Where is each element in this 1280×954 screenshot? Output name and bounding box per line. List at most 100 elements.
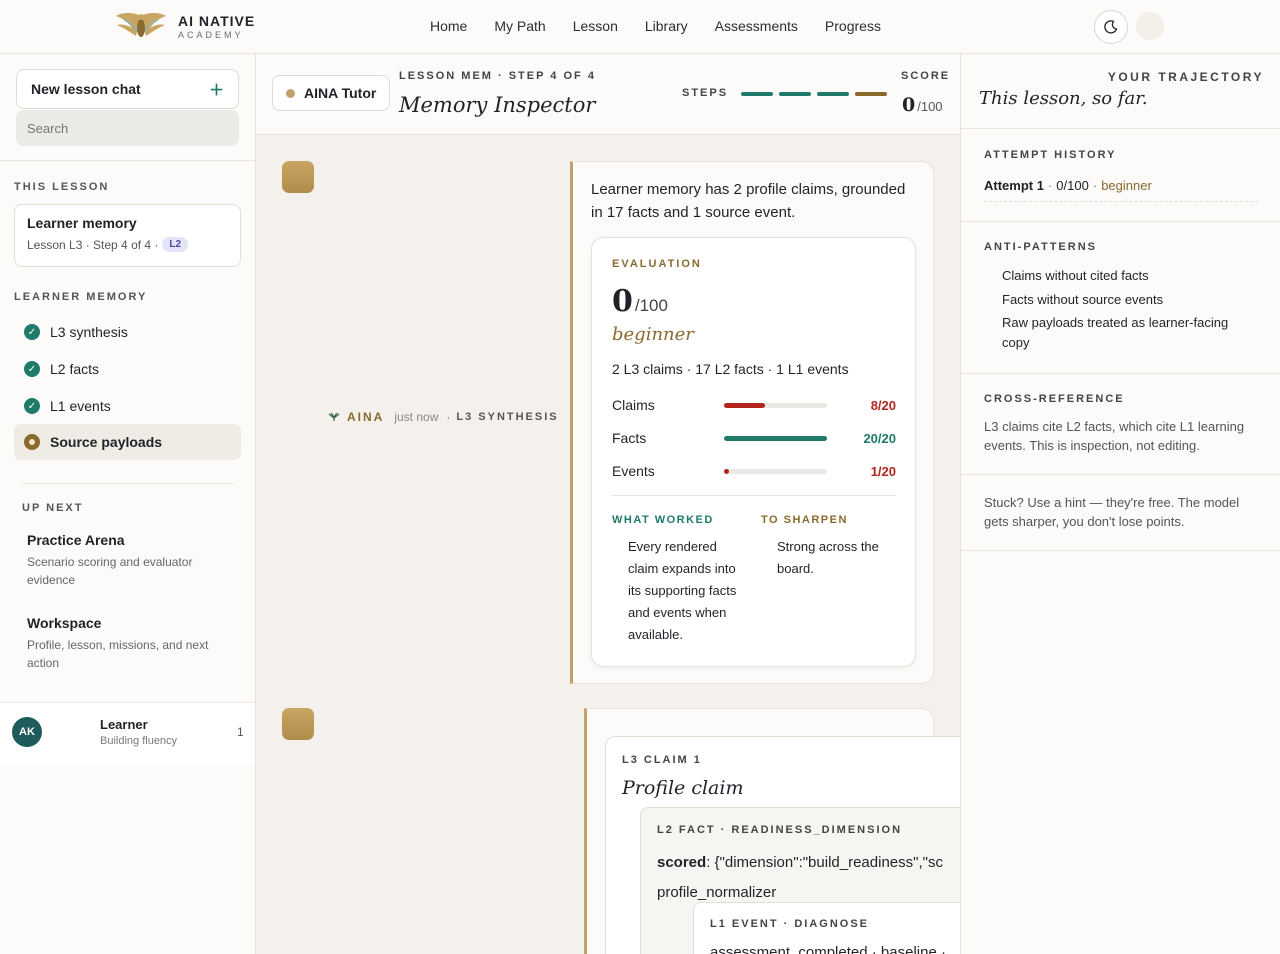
lesson-header: AINA Tutor LESSON MEM · STEP 4 OF 4 Memo… — [256, 54, 960, 135]
top-bar: AI NATIVE ACADEMY Home My Path Lesson Li… — [0, 0, 1280, 54]
message-author: AINA — [347, 410, 385, 424]
hint-section: Stuck? Use a hint — they're free. The mo… — [961, 475, 1280, 551]
up-next-title: Workspace — [27, 615, 102, 631]
this-lesson-heading: THIS LESSON — [14, 181, 110, 193]
metric-name: Claims — [612, 397, 655, 413]
memory-item-l1-events[interactable]: ✓ L1 events — [14, 388, 241, 424]
step-progress — [741, 92, 887, 96]
new-chat-label: New lesson chat — [31, 81, 141, 97]
evaluation-score-value: 0 — [612, 284, 633, 319]
anti-pattern-item: Raw payloads treated as learner-facing c… — [1002, 315, 1229, 350]
up-next-sub: Profile, lesson, missions, and next acti… — [27, 638, 209, 670]
brand-name: AI NATIVE — [178, 13, 256, 29]
lesson-breadcrumb: LESSON MEM · STEP 4 OF 4 — [399, 70, 596, 82]
cross-reference-text: L3 claims cite L2 facts, which cite L1 l… — [984, 419, 1245, 453]
memory-item-label: L3 synthesis — [50, 324, 128, 340]
memory-item-label: L1 events — [50, 398, 111, 414]
tutor-message: Learner memory has 2 profile claims, gro… — [570, 161, 934, 684]
trajectory-header: YOUR TRAJECTORY This lesson, so far. — [961, 54, 1280, 129]
claim-label: L3 CLAIM 1 — [622, 754, 702, 766]
attempt-level: beginner — [1101, 178, 1152, 193]
nav-my-path[interactable]: My Path — [494, 18, 545, 34]
evaluation-level: beginner — [612, 324, 694, 345]
steps-label: STEPS — [682, 87, 729, 99]
cross-reference-section: CROSS-REFERENCE L3 claims cite L2 facts,… — [961, 374, 1280, 475]
metric-value: 1/20 — [870, 463, 896, 479]
message-time: just now — [394, 410, 439, 424]
memory-item-l3-synthesis[interactable]: ✓ L3 synthesis — [14, 314, 241, 350]
nav-assessments[interactable]: Assessments — [715, 18, 798, 34]
tutor-chip[interactable]: AINA Tutor — [272, 75, 391, 111]
memory-item-source-payloads[interactable]: Source payloads — [14, 424, 241, 460]
wings-logo-icon — [116, 13, 166, 37]
score-readout: 0 /100 — [902, 94, 943, 116]
check-icon: ✓ — [24, 361, 40, 377]
event-card[interactable]: L1 EVENT · DIAGNOSE assessment_completed… — [693, 902, 960, 954]
user-avatar-button[interactable] — [1136, 12, 1164, 40]
memory-item-label: Source payloads — [50, 434, 163, 450]
event-body: assessment_completed · baseline · — [710, 944, 946, 954]
attempt-row[interactable]: Attempt 1 · 0/100 · beginner — [984, 178, 1258, 202]
status-dot — [286, 88, 295, 98]
step-segment — [855, 92, 887, 96]
anti-pattern-item: Facts without source events — [1002, 292, 1164, 307]
fact-key: scored — [657, 854, 707, 871]
avatar — [282, 708, 314, 740]
metric-fill — [724, 402, 766, 408]
learner-memory-heading: LEARNER MEMORY — [14, 291, 148, 303]
learner-name: Learner — [100, 717, 148, 732]
evaluation-score: 0 /100 — [612, 284, 668, 319]
search-input[interactable] — [16, 110, 239, 146]
theme-toggle-button[interactable] — [1094, 10, 1128, 44]
step-segment — [741, 92, 773, 96]
metric-track — [724, 435, 827, 441]
step-segment — [779, 92, 811, 96]
lesson-title: Memory Inspector — [399, 93, 596, 117]
anti-patterns-heading: ANTI-PATTERNS — [984, 241, 1097, 253]
brand-logo[interactable]: AI NATIVE ACADEMY — [114, 10, 255, 44]
main-nav: Home My Path Lesson Library Assessments … — [430, 18, 908, 34]
learner-count: 1 — [237, 725, 244, 739]
current-step-icon — [24, 434, 40, 450]
metric-track — [724, 402, 827, 408]
up-next-practice-arena[interactable]: Practice Arena Scenario scoring and eval… — [27, 532, 227, 589]
metric-events: Events 1/20 — [612, 461, 896, 481]
score-max: /100 — [917, 99, 943, 114]
lesson-main: AINA Tutor LESSON MEM · STEP 4 OF 4 Memo… — [256, 54, 960, 954]
attempt-history-heading: ATTEMPT HISTORY — [984, 149, 1117, 161]
what-worked-text: Every rendered claim expands into its su… — [628, 539, 737, 642]
learner-profile[interactable]: AK Learner Building fluency 1 — [0, 702, 255, 764]
trajectory-kicker: YOUR TRAJECTORY — [1107, 70, 1264, 84]
nav-library[interactable]: Library — [645, 18, 688, 34]
trajectory-panel: YOUR TRAJECTORY This lesson, so far. ATT… — [960, 54, 1280, 954]
attempt-history-section: ATTEMPT HISTORY Attempt 1 · 0/100 · begi… — [961, 129, 1280, 222]
tutor-label: AINA Tutor — [304, 85, 377, 101]
fact-label: L2 FACT · READINESS_DIMENSION — [657, 824, 903, 836]
fact-value: : {"dimension":"build_readiness","sc — [706, 854, 943, 871]
avatar: AK — [12, 717, 42, 747]
nav-home[interactable]: Home — [430, 18, 467, 34]
anti-patterns-section: ANTI-PATTERNS Claims without cited facts… — [961, 222, 1280, 374]
check-icon: ✓ — [24, 324, 40, 340]
moon-icon — [1104, 20, 1118, 34]
current-lesson-card[interactable]: Learner memory Lesson L3 · Step 4 of 4 ·… — [14, 204, 241, 267]
nav-lesson[interactable]: Lesson — [573, 18, 618, 34]
metric-facts: Facts 20/20 — [612, 428, 896, 448]
step-segment — [817, 92, 849, 96]
up-next-workspace[interactable]: Workspace Profile, lesson, missions, and… — [27, 615, 227, 672]
metric-claims: Claims 8/20 — [612, 395, 896, 415]
attempt-name: Attempt 1 — [984, 178, 1044, 193]
fact-body: scored: {"dimension":"build_readiness","… — [657, 848, 943, 908]
message-meta: AINA just now · L3 SYNTHESIS — [327, 410, 559, 424]
divider — [22, 483, 233, 484]
memory-item-l2-facts[interactable]: ✓ L2 facts — [14, 351, 241, 387]
to-sharpen-text: Strong across the board. — [777, 539, 879, 576]
new-lesson-chat-button[interactable]: New lesson chat ＋ — [16, 69, 239, 109]
score-value: 0 — [902, 94, 916, 116]
evaluation-label: EVALUATION — [612, 258, 702, 270]
leaf-icon — [328, 412, 340, 421]
divider — [612, 495, 896, 496]
left-sidebar: New lesson chat ＋ THIS LESSON Learner me… — [0, 54, 256, 954]
nav-progress[interactable]: Progress — [825, 18, 881, 34]
fact-source: profile_normalizer — [657, 884, 777, 901]
